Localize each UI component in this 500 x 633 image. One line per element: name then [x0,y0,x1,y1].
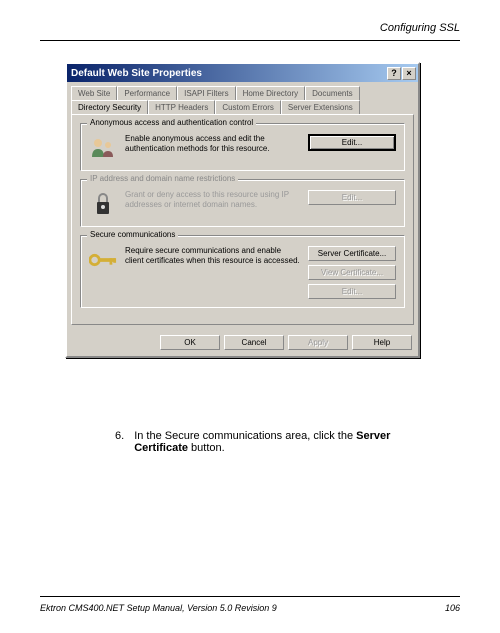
edit-auth-button[interactable]: Edit... [308,134,396,151]
titlebar-text: Default Web Site Properties [71,68,387,79]
lock-icon [89,190,117,218]
group-title-anonymous: Anonymous access and authentication cont… [87,118,256,127]
edit-ip-button: Edit... [308,190,396,205]
tab-isapi-filters[interactable]: ISAPI Filters [177,86,235,100]
close-button[interactable]: × [402,67,416,80]
group-text-secure: Require secure communications and enable… [125,246,300,267]
footer: Ektron CMS400.NET Setup Manual, Version … [40,603,460,613]
server-certificate-button[interactable]: Server Certificate... [308,246,396,261]
tab-performance[interactable]: Performance [117,86,177,100]
tab-body: Anonymous access and authentication cont… [71,114,414,325]
edit-secure-button: Edit... [308,284,396,299]
group-anonymous-access: Anonymous access and authentication cont… [80,123,405,171]
footer-page-number: 106 [445,603,460,613]
tab-custom-errors[interactable]: Custom Errors [215,100,281,114]
titlebar-buttons: ? × [387,67,416,80]
footer-left: Ektron CMS400.NET Setup Manual, Version … [40,603,277,613]
key-icon [89,246,117,274]
group-text-anonymous: Enable anonymous access and edit the aut… [125,134,300,155]
instruction-step: 6. In the Secure communications area, cl… [115,430,440,454]
view-certificate-button: View Certificate... [308,265,396,280]
page-header: Configuring SSL [380,22,460,34]
properties-dialog: Default Web Site Properties ? × Web Site… [65,62,420,358]
users-icon [89,134,117,162]
group-title-ip: IP address and domain name restrictions [87,174,238,183]
header-rule [40,40,460,41]
group-secure-communications: Secure communications Require secure com… [80,235,405,308]
instruction-text: In the Secure communications area, click… [134,430,440,454]
titlebar: Default Web Site Properties ? × [67,64,418,82]
apply-button: Apply [288,335,348,350]
tab-documents[interactable]: Documents [305,86,359,100]
instruction-number: 6. [115,430,124,454]
tab-directory-security[interactable]: Directory Security [71,100,148,114]
group-ip-restrictions: IP address and domain name restrictions … [80,179,405,227]
cancel-button[interactable]: Cancel [224,335,284,350]
tab-web-site[interactable]: Web Site [71,86,117,100]
tab-http-headers[interactable]: HTTP Headers [148,100,215,114]
group-title-secure: Secure communications [87,230,178,239]
footer-rule [40,596,460,597]
group-text-ip: Grant or deny access to this resource us… [125,190,300,211]
dialog-buttons: OK Cancel Apply Help [67,329,418,356]
help-dialog-button[interactable]: Help [352,335,412,350]
tabs: Web Site Performance ISAPI Filters Home … [67,82,418,114]
help-button[interactable]: ? [387,67,401,80]
tab-server-extensions[interactable]: Server Extensions [281,100,360,114]
tab-home-directory[interactable]: Home Directory [236,86,306,100]
ok-button[interactable]: OK [160,335,220,350]
